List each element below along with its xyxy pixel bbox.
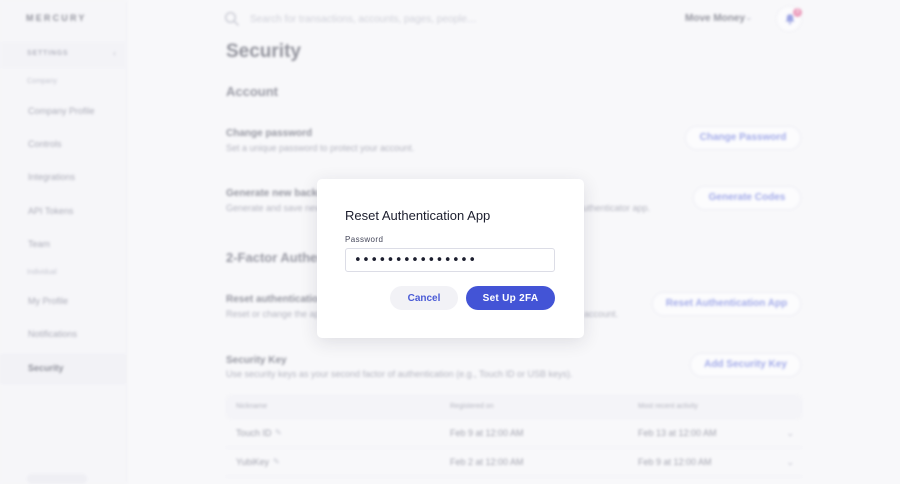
reset-authentication-modal: Reset Authentication App Password Cancel… [317, 179, 584, 338]
password-label: Password [345, 235, 384, 244]
set-up-2fa-button[interactable]: Set Up 2FA [466, 286, 555, 310]
modal-title: Reset Authentication App [345, 208, 491, 223]
password-input[interactable] [345, 248, 555, 272]
cancel-button[interactable]: Cancel [390, 286, 458, 310]
